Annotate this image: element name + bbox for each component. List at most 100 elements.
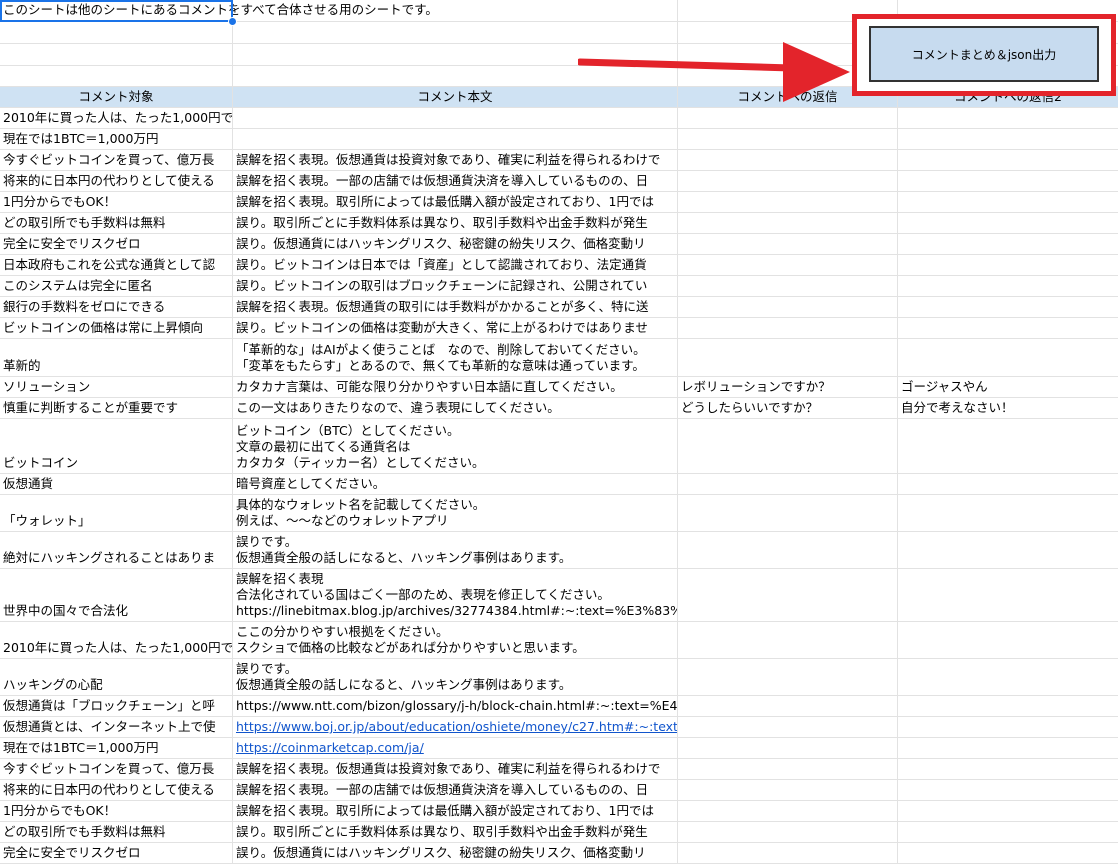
comment-body-cell[interactable]: 誤解を招く表現 合法化されている国はごく一部のため、表現を修正してください。 h… [233, 569, 678, 621]
comment-reply-cell[interactable] [678, 192, 898, 212]
comment-body-cell[interactable]: 誤り。仮想通貨にはハッキングリスク、秘密鍵の紛失リスク、価格変動リ [233, 234, 678, 254]
comment-reply2-cell[interactable] [898, 780, 1118, 800]
comment-reply-cell[interactable]: レボリューションですか？ [678, 377, 898, 397]
comment-reply-cell[interactable] [678, 213, 898, 233]
comment-target-cell[interactable]: 現在では1BTC＝1,000万円 [0, 738, 233, 758]
comment-reply-cell[interactable] [678, 717, 898, 737]
comment-reply2-cell[interactable] [898, 171, 1118, 191]
comment-reply-cell[interactable]: どうしたらいいですか？ [678, 398, 898, 418]
comment-reply-cell[interactable] [678, 780, 898, 800]
comment-target-cell[interactable]: ハッキングの心配 [0, 659, 233, 695]
comment-body-cell[interactable]: 誤りです。 仮想通貨全般の話しになると、ハッキング事例はあります。 [233, 659, 678, 695]
comment-reply-cell[interactable] [678, 171, 898, 191]
comment-reply2-cell[interactable] [898, 532, 1118, 568]
comment-target-cell[interactable]: 革新的 [0, 339, 233, 376]
comment-reply2-cell[interactable] [898, 129, 1118, 149]
comment-target-cell[interactable]: 日本政府もこれを公式な通貨として認 [0, 255, 233, 275]
comment-reply-cell[interactable] [678, 696, 898, 716]
comment-target-cell[interactable]: 現在では1BTC＝1,000万円 [0, 129, 233, 149]
comment-body-cell[interactable]: 誤解を招く表現。一部の店舗では仮想通貨決済を導入しているものの、日 [233, 171, 678, 191]
comment-body-cell[interactable] [233, 129, 678, 149]
comment-target-cell[interactable]: どの取引所でも手数料は無料 [0, 822, 233, 842]
fill-handle[interactable] [228, 17, 237, 26]
comment-target-cell[interactable]: 将来的に日本円の代わりとして使える [0, 171, 233, 191]
comment-reply-cell[interactable] [678, 532, 898, 568]
header-cell-target[interactable]: コメント対象 [0, 87, 233, 107]
comment-body-cell[interactable]: ビットコイン（BTC）としてください。 文章の最初に出てくる通貨名は カタカタ（… [233, 419, 678, 473]
comment-body-cell[interactable]: 誤解を招く表現。仮想通貨は投資対象であり、確実に利益を得られるわけで [233, 150, 678, 170]
comment-body-cell[interactable]: https://www.ntt.com/bizon/glossary/j-h/b… [233, 696, 678, 716]
comment-target-cell[interactable]: 2010年に買った人は、たった1,000円で [0, 622, 233, 658]
comment-target-cell[interactable]: 完全に安全でリスクゼロ [0, 234, 233, 254]
comment-body-cell[interactable]: カタカナ言葉は、可能な限り分かりやすい日本語に直してください。 [233, 377, 678, 397]
comment-reply2-cell[interactable] [898, 213, 1118, 233]
comment-body-cell[interactable]: https://www.boj.or.jp/about/education/os… [233, 717, 678, 737]
comment-target-cell[interactable]: 慎重に判断することが重要です [0, 398, 233, 418]
comment-merge-json-export-button[interactable]: コメントまとめ＆json出力 [869, 26, 1099, 82]
comment-reply-cell[interactable] [678, 759, 898, 779]
comment-body-cell[interactable]: 誤解を招く表現。仮想通貨は投資対象であり、確実に利益を得られるわけで [233, 759, 678, 779]
comment-reply-cell[interactable] [678, 843, 898, 863]
comment-reply-cell[interactable] [678, 255, 898, 275]
comment-target-cell[interactable]: 世界中の国々で合法化 [0, 569, 233, 621]
comment-reply-cell[interactable] [678, 108, 898, 128]
comment-body-cell[interactable]: 誤解を招く表現。一部の店舗では仮想通貨決済を導入しているものの、日 [233, 780, 678, 800]
comment-body-cell[interactable]: 誤り。仮想通貨にはハッキングリスク、秘密鍵の紛失リスク、価格変動リ [233, 843, 678, 863]
comment-reply2-cell[interactable]: 自分で考えなさい！ [898, 398, 1118, 418]
comment-target-cell[interactable]: 今すぐビットコインを買って、億万長 [0, 150, 233, 170]
comment-reply-cell[interactable] [678, 129, 898, 149]
comment-reply-cell[interactable] [678, 495, 898, 531]
comment-reply2-cell[interactable]: ゴージャスやん [898, 377, 1118, 397]
comment-target-cell[interactable]: ビットコインの価格は常に上昇傾向 [0, 318, 233, 338]
comment-body-cell[interactable]: 誤り。取引所ごとに手数料体系は異なり、取引手数料や出金手数料が発生 [233, 822, 678, 842]
cell-a4[interactable] [0, 66, 233, 86]
comment-body-cell[interactable]: 誤解を招く表現。取引所によっては最低購入額が設定されており、1円では [233, 192, 678, 212]
comment-reply-cell[interactable] [678, 622, 898, 658]
comment-target-cell[interactable]: このシステムは完全に匿名 [0, 276, 233, 296]
comment-body-cell[interactable]: 誤解を招く表現。取引所によっては最低購入額が設定されており、1円では [233, 801, 678, 821]
comment-reply2-cell[interactable] [898, 474, 1118, 494]
comment-body-cell[interactable]: 「革新的な」はAIがよく使うことば なので、削除しておいてください。 「変革をも… [233, 339, 678, 376]
comment-target-cell[interactable]: 2010年に買った人は、たった1,000円で [0, 108, 233, 128]
comment-target-cell[interactable]: 仮想通貨は「ブロックチェーン」と呼 [0, 696, 233, 716]
comment-reply-cell[interactable] [678, 234, 898, 254]
comment-body-cell[interactable]: 誤解を招く表現。仮想通貨の取引には手数料がかかることが多く、特に送 [233, 297, 678, 317]
comment-reply2-cell[interactable] [898, 843, 1118, 863]
comment-reply2-cell[interactable] [898, 622, 1118, 658]
comment-body-cell[interactable]: 誤り。取引所ごとに手数料体系は異なり、取引手数料や出金手数料が発生 [233, 213, 678, 233]
comment-target-cell[interactable]: 「ウォレット」 [0, 495, 233, 531]
comment-reply-cell[interactable] [678, 419, 898, 473]
cell-a2[interactable] [0, 22, 233, 43]
comment-body-cell[interactable]: 誤り。ビットコインは日本では「資産」として認識されており、法定通貨 [233, 255, 678, 275]
comment-body-cell[interactable]: 具体的なウォレット名を記載してください。 例えば、〜〜などのウォレットアプリ [233, 495, 678, 531]
comment-reply-cell[interactable] [678, 474, 898, 494]
comment-reply2-cell[interactable] [898, 822, 1118, 842]
comment-target-cell[interactable]: 完全に安全でリスクゼロ [0, 843, 233, 863]
comment-reply-cell[interactable] [678, 659, 898, 695]
comment-target-cell[interactable]: 1円分からでもOK！ [0, 801, 233, 821]
comment-reply2-cell[interactable] [898, 339, 1118, 376]
comment-reply2-cell[interactable] [898, 495, 1118, 531]
comment-reply2-cell[interactable] [898, 419, 1118, 473]
comment-target-cell[interactable]: ソリューション [0, 377, 233, 397]
comment-body-cell[interactable]: 暗号資産としてください。 [233, 474, 678, 494]
comment-reply2-cell[interactable] [898, 297, 1118, 317]
comment-body-cell[interactable]: https://coinmarketcap.com/ja/ [233, 738, 678, 758]
comment-body-cell[interactable]: この一文はありきたりなので、違う表現にしてください。 [233, 398, 678, 418]
comment-target-cell[interactable]: 仮想通貨 [0, 474, 233, 494]
comment-reply-cell[interactable] [678, 318, 898, 338]
comment-body-cell[interactable] [233, 108, 678, 128]
comment-reply2-cell[interactable] [898, 696, 1118, 716]
comment-target-cell[interactable]: 絶対にハッキングされることはありま [0, 532, 233, 568]
comment-reply-cell[interactable] [678, 297, 898, 317]
comment-reply2-cell[interactable] [898, 108, 1118, 128]
comment-body-cell[interactable]: 誤り。ビットコインの価格は変動が大きく、常に上がるわけではありませ [233, 318, 678, 338]
comment-reply-cell[interactable] [678, 801, 898, 821]
comment-target-cell[interactable]: ビットコイン [0, 419, 233, 473]
comment-reply2-cell[interactable] [898, 192, 1118, 212]
comment-reply2-cell[interactable] [898, 276, 1118, 296]
comment-reply2-cell[interactable] [898, 318, 1118, 338]
comment-body-cell[interactable]: ここの分かりやすい根拠をください。 スクショで価格の比較などがあれば分かりやすい… [233, 622, 678, 658]
cell-a3[interactable] [0, 44, 233, 65]
comment-reply-cell[interactable] [678, 276, 898, 296]
